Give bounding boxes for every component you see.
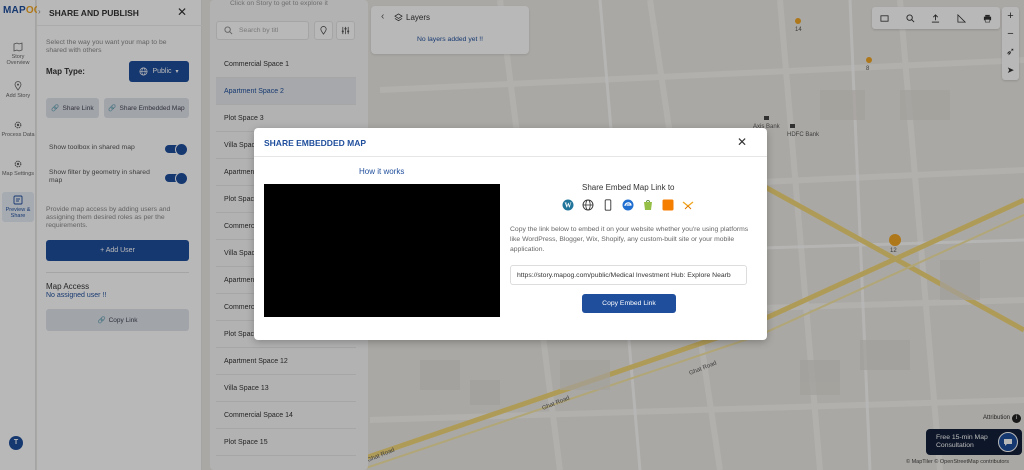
how-it-works-link[interactable]: How it works (359, 167, 404, 176)
platform-icons: W (561, 198, 694, 211)
shopify-icon (641, 198, 654, 211)
wordpress-icon: W (561, 198, 574, 211)
copy-embed-link-button[interactable]: Copy Embed Link (582, 294, 676, 313)
wix-icon (681, 198, 694, 211)
mobile-icon (601, 198, 614, 211)
modal-title: SHARE EMBEDDED MAP (264, 138, 367, 148)
edge-icon (621, 198, 634, 211)
share-embedded-map-modal: SHARE EMBEDDED MAP ✕ How it works Share … (254, 128, 767, 340)
modal-header: SHARE EMBEDDED MAP ✕ (254, 128, 767, 157)
embed-title: Share Embed Map Link to (582, 183, 675, 192)
embed-url-field[interactable] (510, 265, 747, 285)
blogger-icon (661, 198, 674, 211)
close-icon[interactable]: ✕ (737, 135, 747, 149)
embed-description: Copy the link below to embed it on your … (510, 226, 749, 253)
video-player[interactable] (264, 184, 500, 317)
globe-icon (581, 198, 594, 211)
svg-text:W: W (564, 201, 571, 209)
